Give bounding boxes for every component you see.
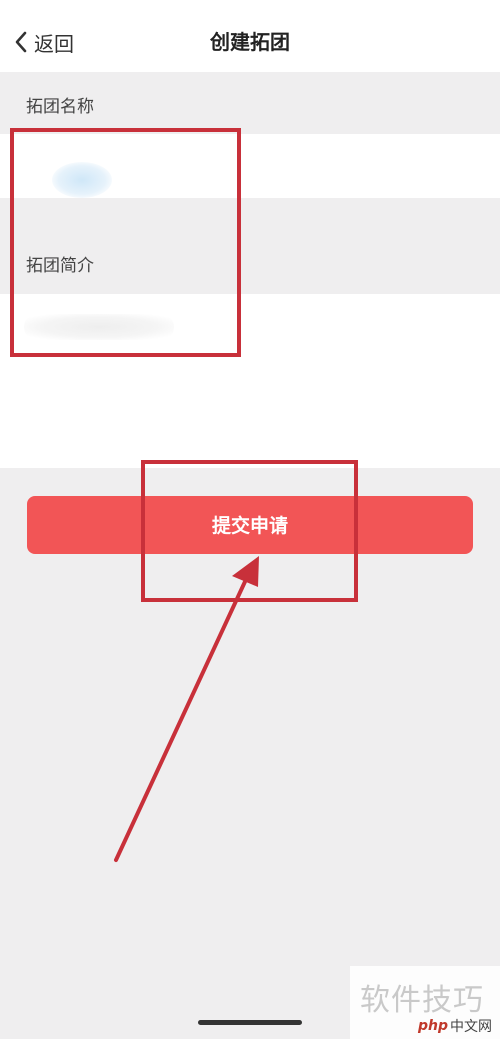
blurred-intro-value [24, 314, 174, 340]
watermark-logo: php 中文网 [418, 1016, 492, 1036]
nav-bar: 返回 创建拓团 [0, 0, 500, 72]
group-name-field[interactable] [0, 134, 500, 198]
group-intro-label: 拓团简介 [26, 256, 94, 276]
blurred-name-value [52, 162, 112, 198]
page-title: 创建拓团 [210, 30, 290, 54]
submit-application-button[interactable]: 提交申请 [27, 496, 473, 554]
watermark-site: 中文网 [450, 1019, 493, 1035]
php-logo: php [418, 1018, 449, 1034]
group-name-label: 拓团名称 [26, 97, 94, 117]
home-indicator [198, 1020, 302, 1025]
watermark-text: 软件技巧 [360, 983, 484, 1018]
group-intro-field[interactable] [0, 294, 500, 468]
